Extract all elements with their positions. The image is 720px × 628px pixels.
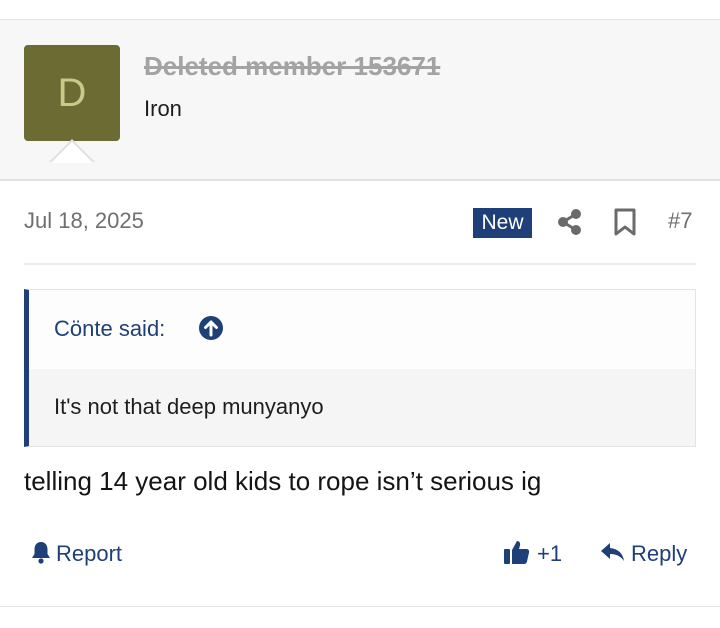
- reply-button[interactable]: Reply: [600, 540, 687, 568]
- new-badge: New: [473, 208, 532, 238]
- username: Deleted member 153671: [144, 51, 441, 81]
- quote-block: Cönte said: It's not that deep munyanyo: [24, 289, 696, 447]
- user-arrow: [51, 142, 93, 163]
- share-icon[interactable]: [556, 208, 584, 236]
- reply-arrow-icon: [600, 541, 625, 568]
- post-number-link[interactable]: #7: [668, 208, 692, 234]
- quote-author-link[interactable]: Cönte said:: [54, 316, 165, 342]
- post-date[interactable]: Jul 18, 2025: [24, 208, 144, 234]
- like-button[interactable]: +1: [503, 540, 562, 568]
- divider: [0, 606, 720, 607]
- report-button[interactable]: Report: [30, 540, 122, 568]
- report-label: Report: [56, 541, 123, 566]
- message-body: telling 14 year old kids to rope isn’t s…: [24, 466, 542, 496]
- arrow-up-circle-icon[interactable]: [198, 315, 224, 341]
- bookmark-icon[interactable]: [612, 207, 638, 237]
- user-title: Iron: [144, 96, 182, 121]
- bell-icon: [30, 540, 52, 569]
- quote-text: It's not that deep munyanyo: [54, 394, 324, 419]
- divider: [24, 263, 696, 265]
- avatar[interactable]: D: [24, 45, 120, 141]
- post-user-header: D Deleted member 153671 Iron: [0, 20, 720, 181]
- thumbs-up-icon: [503, 538, 530, 570]
- reply-label: Reply: [631, 541, 688, 566]
- forum-post: D Deleted member 153671 Iron Jul 18, 202…: [0, 0, 720, 628]
- like-count: +1: [537, 541, 563, 566]
